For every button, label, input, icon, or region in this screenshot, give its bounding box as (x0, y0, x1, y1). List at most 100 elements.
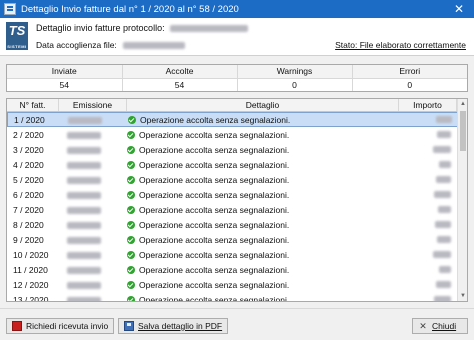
detail-text: Operazione accolta senza segnalazioni. (140, 114, 291, 125)
company-logo: TS SISTEMI (6, 22, 28, 50)
request-receipt-button[interactable]: Richiedi ricevuta invio (6, 318, 115, 334)
amount-redacted (436, 176, 451, 183)
table-row[interactable]: 8 / 2020 Operazione accolta senza segnala… (7, 217, 467, 232)
table-row[interactable]: 12 / 2020 Operazione accolta senza segnal… (7, 277, 467, 292)
close-icon: ✕ (419, 320, 427, 331)
table-row[interactable]: 2 / 2020 Operazione accolta senza segnala… (7, 127, 467, 142)
cell-amount (399, 236, 457, 243)
table-row[interactable]: 6 / 2020 Operazione accolta senza segnala… (7, 187, 467, 202)
col-header-detail[interactable]: Dettaglio (127, 99, 399, 111)
table-row[interactable]: 1 / 2020 Operazione accolta senza segnala… (7, 112, 467, 127)
cell-emission (59, 295, 127, 301)
window-close-button[interactable]: ✕ (444, 0, 474, 18)
table-row[interactable]: 3 / 2020 Operazione accolta senza segnala… (7, 142, 467, 157)
amount-redacted (437, 131, 451, 138)
cell-number: 3 / 2020 (13, 144, 44, 155)
check-circle-icon (127, 220, 135, 229)
cell-emission (59, 175, 127, 185)
detail-text: Operazione accolta senza segnalazioni. (139, 219, 290, 230)
check-circle-icon (127, 205, 135, 214)
cell-amount (399, 131, 457, 138)
emission-redacted (67, 131, 101, 139)
cell-emission (59, 205, 127, 215)
emission-redacted (67, 221, 101, 229)
summary-col-errori: Errori (352, 65, 467, 79)
cell-emission (59, 190, 127, 200)
cell-emission (59, 265, 127, 275)
table-row[interactable]: 10 / 2020 Operazione accolta senza segnal… (7, 247, 467, 262)
save-pdf-button[interactable]: Salva dettaglio in PDF (118, 318, 229, 334)
cell-number: 5 / 2020 (13, 174, 44, 185)
col-header-number[interactable]: N° fatt. (7, 99, 59, 111)
protocol-value-redacted (170, 25, 249, 33)
cell-detail: Operazione accolta senza segnalazioni. (127, 220, 399, 230)
cell-amount (399, 146, 457, 153)
scroll-down-icon[interactable]: ▼ (458, 291, 467, 301)
logo-subtext: SISTEMI (7, 44, 27, 49)
summary-value-accolte: 54 (122, 78, 238, 91)
cell-detail: Operazione accolta senza segnalazioni. (127, 160, 399, 170)
check-circle-icon (127, 190, 135, 199)
cell-amount (399, 191, 457, 198)
table-row[interactable]: 5 / 2020 Operazione accolta senza segnala… (7, 172, 467, 187)
status-link[interactable]: Stato: File elaborato correttamente (335, 40, 466, 50)
emission-redacted (67, 296, 101, 301)
table-row[interactable]: 7 / 2020 Operazione accolta senza segnala… (7, 202, 467, 217)
cell-amount (399, 296, 457, 301)
amount-redacted (434, 296, 451, 301)
cell-detail: Operazione accolta senza segnalazioni. (127, 190, 399, 200)
cell-detail: Operazione accolta senza segnalazioni. (127, 130, 399, 140)
date-value-redacted (123, 42, 186, 50)
cell-number: 10 / 2020 (13, 249, 49, 260)
table-row[interactable]: 9 / 2020 Operazione accolta senza segnala… (7, 232, 467, 247)
cell-number: 7 / 2020 (13, 204, 44, 215)
request-receipt-label: Richiedi ricevuta invio (26, 321, 109, 331)
cell-number: 4 / 2020 (13, 159, 44, 170)
check-circle-icon (127, 295, 135, 301)
check-circle-icon (127, 145, 135, 154)
save-pdf-label: Salva dettaglio in PDF (138, 321, 223, 331)
detail-text: Operazione accolta senza segnalazioni. (139, 129, 290, 140)
col-header-emission[interactable]: Emissione (59, 99, 127, 111)
detail-text: Operazione accolta senza segnalazioni. (139, 189, 290, 200)
emission-redacted (67, 146, 101, 154)
close-button[interactable]: ✕ Chiudi (412, 318, 468, 334)
cell-amount (399, 206, 457, 213)
cell-detail: Operazione accolta senza segnalazioni. (127, 205, 399, 215)
table-row[interactable]: 13 / 2020 Operazione accolta senza segnal… (7, 292, 467, 301)
table-row[interactable]: 11 / 2020 Operazione accolta senza segnal… (7, 262, 467, 277)
save-icon (124, 321, 134, 331)
table-row[interactable]: 4 / 2020 Operazione accolta senza segnala… (7, 157, 467, 172)
close-label: Chiudi (432, 321, 457, 331)
window-title: Dettaglio Invio fatture dal n° 1 / 2020 … (21, 3, 239, 15)
cell-detail: Operazione accolta senza segnalazioni. (127, 280, 399, 290)
cell-detail: Operazione accolta senza segnalazioni. (127, 295, 399, 301)
cell-number: 6 / 2020 (13, 189, 44, 200)
col-header-amount[interactable]: Importo (399, 99, 457, 111)
vertical-scrollbar[interactable]: ▲ ▼ (457, 99, 467, 301)
scroll-up-icon[interactable]: ▲ (458, 99, 467, 109)
cell-number: 9 / 2020 (13, 234, 44, 245)
cell-amount (399, 251, 457, 258)
cell-number: 11 / 2020 (13, 264, 48, 275)
protocol-label: Dettaglio invio fatture protocollo: (36, 23, 165, 33)
protocol-line: Dettaglio invio fatture protocollo: (36, 23, 249, 33)
scroll-thumb[interactable] (460, 111, 466, 151)
amount-redacted (433, 251, 451, 258)
detail-text: Operazione accolta senza segnalazioni. (139, 264, 290, 275)
emission-redacted (68, 116, 102, 124)
cell-emission (59, 235, 127, 245)
invoice-grid[interactable]: N° fatt. Emissione Dettaglio Importo 1 /… (6, 98, 468, 302)
cell-detail: Operazione accolta senza segnalazioni. (127, 175, 399, 185)
cell-number: 8 / 2020 (13, 219, 44, 230)
window-titlebar: Dettaglio Invio fatture dal n° 1 / 2020 … (0, 0, 474, 18)
cell-emission (59, 280, 127, 290)
footer-divider (0, 308, 474, 309)
cell-amount (400, 116, 458, 123)
amount-redacted (437, 236, 451, 243)
cell-amount (399, 161, 457, 168)
cell-emission (59, 160, 127, 170)
cell-emission (59, 220, 127, 230)
detail-text: Operazione accolta senza segnalazioni. (139, 234, 290, 245)
app-icon (4, 3, 16, 15)
